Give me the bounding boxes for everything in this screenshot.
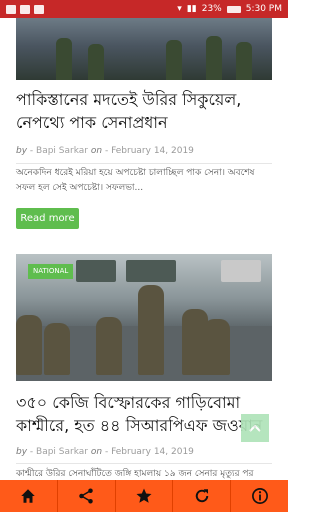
share-icon: [79, 488, 93, 504]
wifi-icon: ▾: [177, 4, 182, 14]
battery-icon: [226, 5, 241, 13]
home-button[interactable]: [0, 480, 58, 512]
battery-percent: 23%: [201, 4, 222, 14]
article-date: February 14, 2019: [111, 447, 194, 457]
notification-icon: [6, 4, 16, 14]
clock: 5:30 PM: [245, 4, 282, 14]
refresh-icon: [195, 489, 209, 503]
author-name[interactable]: Bapi Sarkar: [36, 447, 88, 457]
chevron-up-icon: [249, 424, 261, 432]
signal-icon: ▮▮: [186, 4, 197, 14]
author-name[interactable]: Bapi Sarkar: [36, 146, 88, 156]
star-icon: [136, 488, 152, 503]
notification-icon: [20, 4, 30, 14]
share-button[interactable]: [57, 480, 116, 512]
home-icon: [21, 489, 36, 503]
article-excerpt: অনেকদিন ধরেই মরিয়া হয়ে অপচেষ্টা চালাচ্…: [16, 168, 255, 193]
notification-icon: [34, 4, 44, 14]
article-feed[interactable]: পাকিস্তানের মদতেই উরির সিকুয়েল, নেপথ্যে…: [0, 18, 288, 480]
article-meta: by - Bapi Sarkar on - February 14, 2019: [16, 447, 194, 457]
article-title[interactable]: পাকিস্তানের মদতেই উরির সিকুয়েল, নেপথ্যে…: [16, 88, 272, 134]
by-label: by: [16, 447, 28, 457]
info-icon: [251, 488, 268, 504]
article-title[interactable]: ৩৫০ কেজি বিস্ফোরকের গাড়িবোমা কাশ্মীরে, …: [16, 391, 272, 437]
article-excerpt: কাশ্মীরে উরির সেনাঘাঁটিতে জঙ্গি হামলায় …: [16, 469, 254, 479]
article-date: February 14, 2019: [111, 146, 194, 156]
read-more-button[interactable]: Read more: [16, 208, 79, 229]
refresh-button[interactable]: [173, 480, 232, 512]
status-bar: ▾ ▮▮ 23% 5:30 PM: [0, 0, 288, 18]
divider: [16, 163, 272, 164]
divider: [16, 463, 272, 464]
category-tag[interactable]: NATIONAL: [28, 264, 74, 279]
by-label: by: [16, 146, 28, 156]
bottom-nav: [0, 480, 288, 512]
favorite-button[interactable]: [115, 480, 174, 512]
article-meta: by - Bapi Sarkar on - February 14, 2019: [16, 146, 194, 156]
info-button[interactable]: [231, 480, 288, 512]
on-label: on: [90, 146, 103, 156]
on-label: on: [90, 447, 103, 457]
scroll-to-top-button[interactable]: [241, 414, 269, 442]
article-image[interactable]: [16, 18, 272, 80]
